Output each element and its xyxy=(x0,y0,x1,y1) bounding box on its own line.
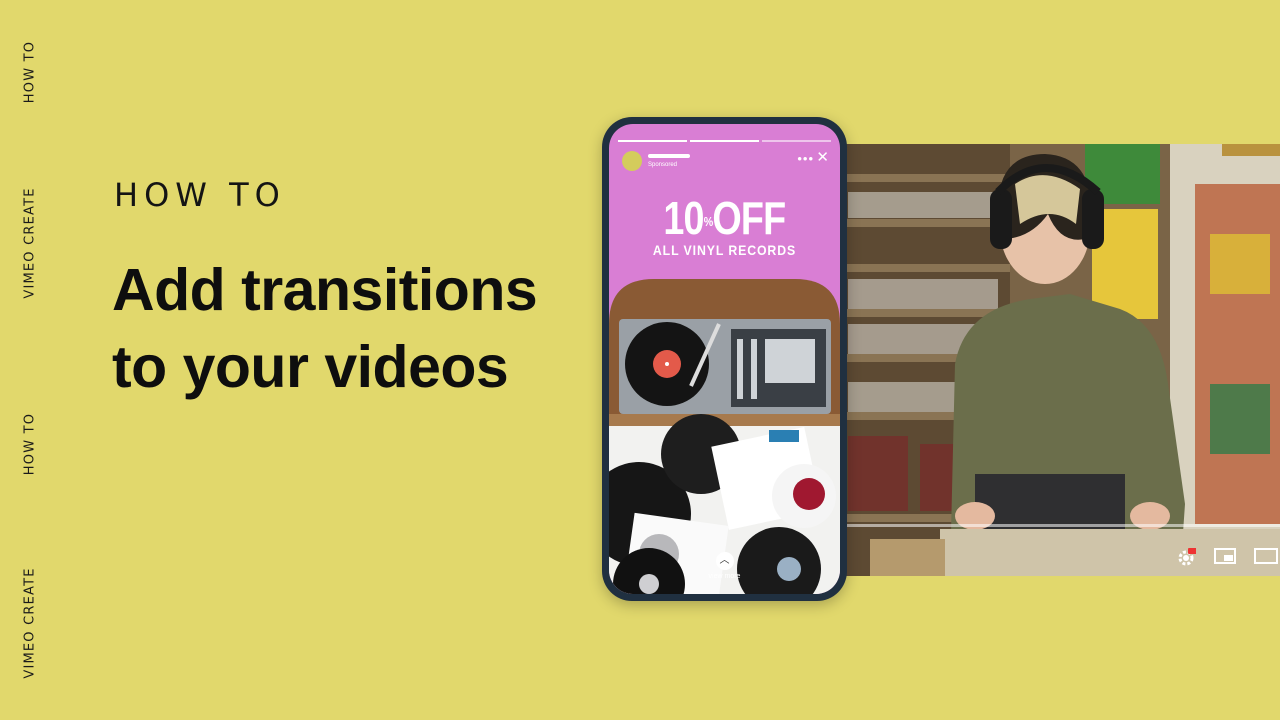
avatar[interactable] xyxy=(622,151,642,171)
phone-mockup: Sponsored ••• ✕ 10%OFF ALL VINYL RECORDS… xyxy=(602,117,847,601)
promo-number: 10 xyxy=(663,192,705,244)
more-options-icon[interactable]: ••• xyxy=(797,151,814,166)
title-line-2: to your videos xyxy=(112,334,509,400)
miniplayer-button[interactable] xyxy=(1214,548,1238,568)
progress-segment xyxy=(618,140,687,142)
account-name-placeholder xyxy=(648,154,690,158)
story-progress-bars xyxy=(618,140,831,142)
page-title: Add transitions to your videos xyxy=(112,252,538,406)
settings-button[interactable] xyxy=(1176,548,1200,568)
story-ad-screen[interactable]: Sponsored ••• ✕ 10%OFF ALL VINYL RECORDS… xyxy=(609,124,840,594)
theater-icon xyxy=(1254,548,1278,564)
sponsored-label: Sponsored xyxy=(648,162,678,168)
side-label-vimeo-create-top: VIMEO CREATE xyxy=(22,187,38,299)
side-label-how-to-top: HOW TO xyxy=(22,40,38,104)
view-more-label: view more xyxy=(708,573,741,580)
side-label-vimeo-create-bottom: VIMEO CREATE xyxy=(22,567,38,679)
progress-segment xyxy=(690,140,759,142)
promo-discount: 10%OFF xyxy=(663,192,787,244)
promo-percent: % xyxy=(703,214,713,229)
miniplayer-icon xyxy=(1214,548,1236,564)
chevron-up-icon: ︿ xyxy=(715,552,734,570)
video-frame-image xyxy=(830,144,1280,576)
video-player[interactable] xyxy=(830,144,1280,576)
side-label-how-to-bottom: HOW TO xyxy=(22,412,38,476)
title-line-1: Add transitions xyxy=(112,257,538,323)
close-icon[interactable]: ✕ xyxy=(816,148,829,166)
promo-banner: 10%OFF ALL VINYL RECORDS xyxy=(609,194,840,258)
eyebrow-label: HOW TO xyxy=(114,176,286,214)
promo-subtitle: ALL VINYL RECORDS xyxy=(652,242,797,258)
promo-off: OFF xyxy=(712,192,787,244)
view-more-button[interactable]: ︿ view more xyxy=(609,552,840,580)
settings-icon xyxy=(1178,548,1196,566)
theater-mode-button[interactable] xyxy=(1254,548,1280,568)
progress-segment xyxy=(762,140,831,142)
